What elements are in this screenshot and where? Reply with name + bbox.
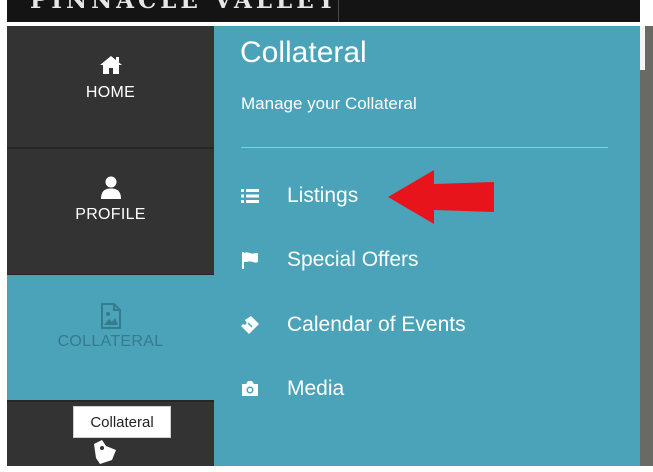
sidebar-item-label: COLLATERAL <box>57 333 164 350</box>
annotation-arrow-icon <box>386 168 498 230</box>
sidebar-item-label: HOME <box>85 84 136 101</box>
tooltip: Collateral <box>73 406 171 438</box>
menu-item-calendar-of-events[interactable]: Calendar of Events <box>240 310 466 340</box>
panel-title: Collateral <box>240 36 367 69</box>
image-icon <box>100 303 122 329</box>
sidebar-item-home[interactable]: HOME <box>7 26 214 148</box>
collateral-panel: Collateral Manage your Collateral Listin… <box>214 26 640 466</box>
panel-subtitle: Manage your Collateral <box>241 94 417 113</box>
menu-item-label: Special Offers <box>287 248 419 271</box>
page-edge-highlight <box>640 26 645 70</box>
home-icon <box>99 54 123 76</box>
panel-divider <box>241 147 608 148</box>
sidebar-item-profile[interactable]: PROFILE <box>7 148 214 274</box>
page-edge <box>640 26 653 466</box>
brand-logo-text[interactable]: PINNACLE VALLEY <box>30 0 338 14</box>
menu-item-special-offers[interactable]: Special Offers <box>240 245 419 275</box>
menu-item-listings[interactable]: Listings <box>240 181 358 211</box>
menu-item-label: Media <box>287 377 345 400</box>
menu-item-label: Calendar of Events <box>287 313 466 336</box>
user-icon <box>100 176 122 199</box>
top-header: PINNACLE VALLEY <box>0 0 653 26</box>
sidebar-item-collateral[interactable]: COLLATERAL <box>7 275 214 400</box>
flag-icon <box>240 250 260 270</box>
camera-icon <box>240 379 260 399</box>
sidebar-item-label: PROFILE <box>75 206 146 223</box>
tag-icon <box>92 438 120 472</box>
list-icon <box>240 186 260 206</box>
ticket-icon <box>240 315 260 335</box>
menu-item-label: Listings <box>287 184 359 207</box>
menu-item-media[interactable]: Media <box>240 374 344 404</box>
sidebar-nav: HOME PROFILE COLLATERAL <box>7 26 214 466</box>
